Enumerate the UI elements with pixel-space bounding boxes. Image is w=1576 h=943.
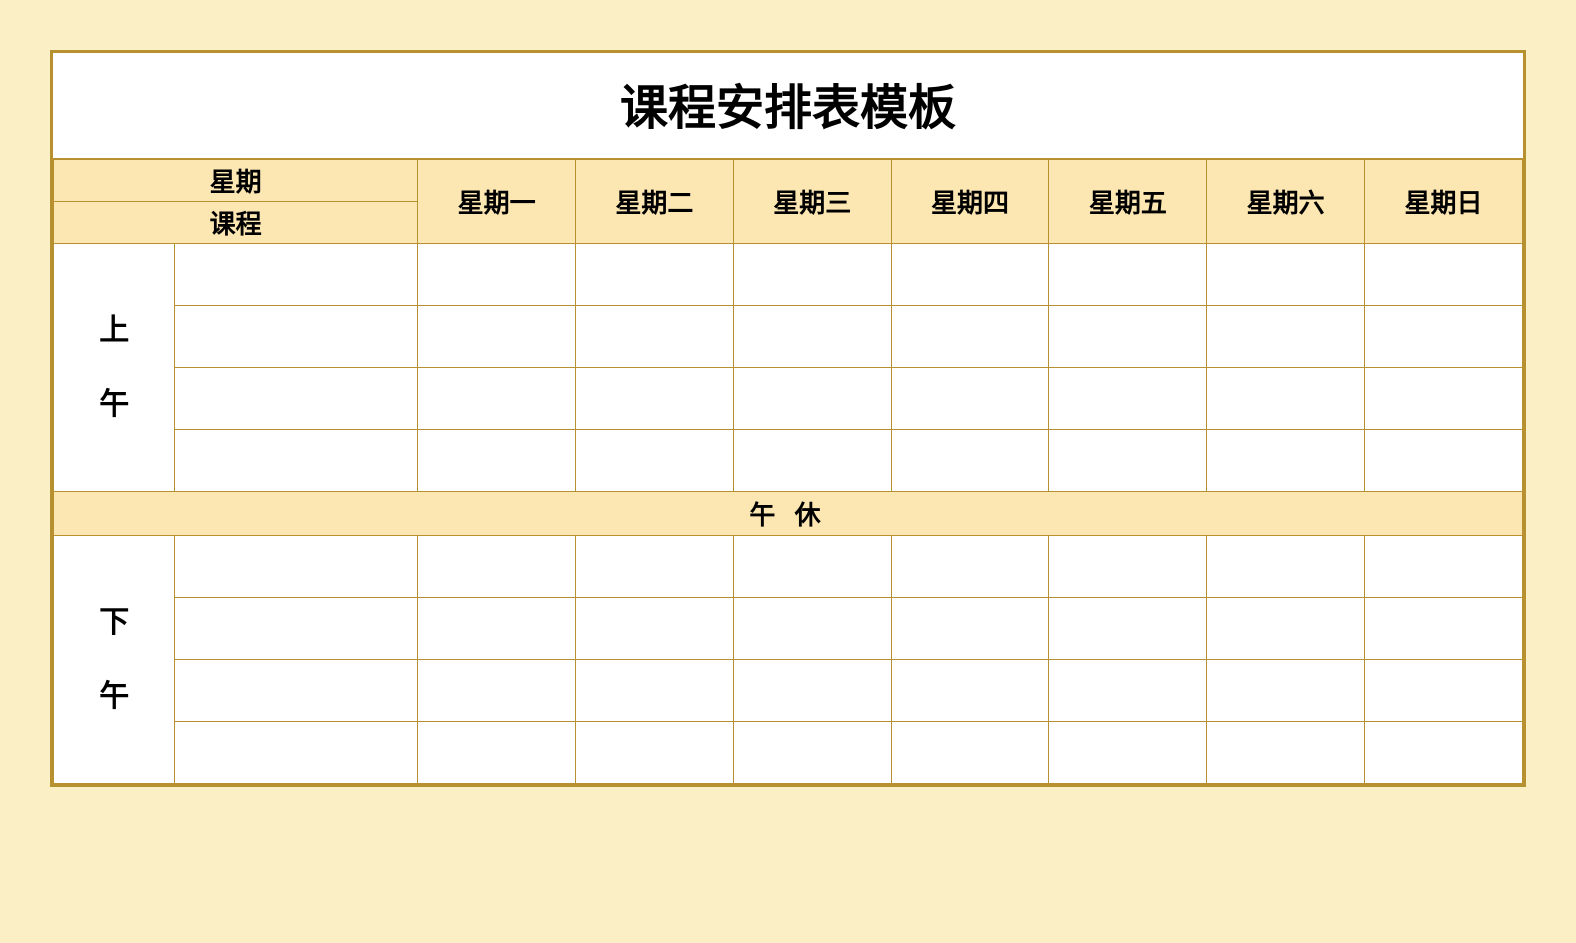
table-cell: [418, 722, 576, 784]
table-cell: [576, 660, 734, 722]
table-row: [54, 430, 1523, 492]
table-cell: [891, 430, 1049, 492]
table-cell: [733, 430, 891, 492]
morning-char1: 上: [54, 304, 174, 358]
table-cell: [175, 598, 418, 660]
table-cell: [576, 536, 734, 598]
header-course-label: 课程: [54, 202, 418, 244]
table-cell: [418, 368, 576, 430]
table-cell: [418, 660, 576, 722]
table-cell: [733, 660, 891, 722]
lunch-break-label: 午 休: [54, 492, 1523, 536]
afternoon-char1: 下: [54, 596, 174, 650]
morning-label: 上 午: [54, 244, 175, 492]
table-row: [54, 368, 1523, 430]
table-cell: [733, 536, 891, 598]
morning-char2: 午: [54, 378, 174, 432]
afternoon-label: 下 午: [54, 536, 175, 784]
table-cell: [418, 536, 576, 598]
header-day-tue: 星期二: [576, 160, 734, 244]
table-cell: [1049, 430, 1207, 492]
table-cell: [1365, 368, 1523, 430]
table-cell: [1049, 660, 1207, 722]
header-day-wed: 星期三: [733, 160, 891, 244]
header-day-mon: 星期一: [418, 160, 576, 244]
table-cell: [1365, 722, 1523, 784]
table-cell: [1207, 430, 1365, 492]
table-cell: [175, 722, 418, 784]
table-cell: [418, 306, 576, 368]
table-cell: [1207, 536, 1365, 598]
header-day-fri: 星期五: [1049, 160, 1207, 244]
header-row-weekday: 星期 星期一 星期二 星期三 星期四 星期五 星期六 星期日: [54, 160, 1523, 202]
table-cell: [891, 368, 1049, 430]
table-cell: [418, 244, 576, 306]
header-day-sat: 星期六: [1207, 160, 1365, 244]
table-row: 上 午: [54, 244, 1523, 306]
table-cell: [1207, 306, 1365, 368]
table-cell: [576, 368, 734, 430]
table-cell: [1049, 244, 1207, 306]
table-cell: [1049, 306, 1207, 368]
table-cell: [733, 368, 891, 430]
table-cell: [1049, 598, 1207, 660]
table-cell: [733, 306, 891, 368]
table-cell: [175, 368, 418, 430]
lunch-break-row: 午 休: [54, 492, 1523, 536]
table-cell: [1207, 244, 1365, 306]
table-cell: [1207, 598, 1365, 660]
table-cell: [175, 536, 418, 598]
table-cell: [733, 598, 891, 660]
table-cell: [891, 722, 1049, 784]
table-cell: [576, 430, 734, 492]
table-cell: [1365, 430, 1523, 492]
table-cell: [1207, 722, 1365, 784]
table-cell: [1365, 306, 1523, 368]
table-cell: [1049, 536, 1207, 598]
header-weekday-label: 星期: [54, 160, 418, 202]
table-cell: [1365, 598, 1523, 660]
table-row: 下 午: [54, 536, 1523, 598]
afternoon-char2: 午: [54, 670, 174, 724]
table-cell: [891, 306, 1049, 368]
table-cell: [891, 536, 1049, 598]
table-cell: [418, 430, 576, 492]
table-cell: [891, 244, 1049, 306]
table-cell: [175, 660, 418, 722]
schedule-container: 课程安排表模板 星期 星期一 星期二 星期三 星期四 星期五 星期六 星期日 课…: [50, 50, 1526, 787]
table-cell: [175, 430, 418, 492]
table-cell: [576, 598, 734, 660]
header-day-thu: 星期四: [891, 160, 1049, 244]
table-cell: [733, 244, 891, 306]
table-cell: [891, 598, 1049, 660]
table-cell: [1049, 722, 1207, 784]
page-title: 课程安排表模板: [53, 53, 1523, 159]
table-cell: [1365, 660, 1523, 722]
table-cell: [1207, 368, 1365, 430]
table-cell: [418, 598, 576, 660]
table-cell: [733, 722, 891, 784]
table-cell: [1049, 368, 1207, 430]
schedule-table: 星期 星期一 星期二 星期三 星期四 星期五 星期六 星期日 课程 上 午: [53, 159, 1523, 784]
table-cell: [1365, 536, 1523, 598]
table-cell: [175, 306, 418, 368]
header-day-sun: 星期日: [1365, 160, 1523, 244]
table-cell: [891, 660, 1049, 722]
table-cell: [1365, 244, 1523, 306]
table-cell: [576, 244, 734, 306]
table-cell: [576, 722, 734, 784]
table-row: [54, 598, 1523, 660]
table-row: [54, 660, 1523, 722]
table-row: [54, 306, 1523, 368]
table-cell: [1207, 660, 1365, 722]
table-row: [54, 722, 1523, 784]
table-cell: [576, 306, 734, 368]
table-cell: [175, 244, 418, 306]
